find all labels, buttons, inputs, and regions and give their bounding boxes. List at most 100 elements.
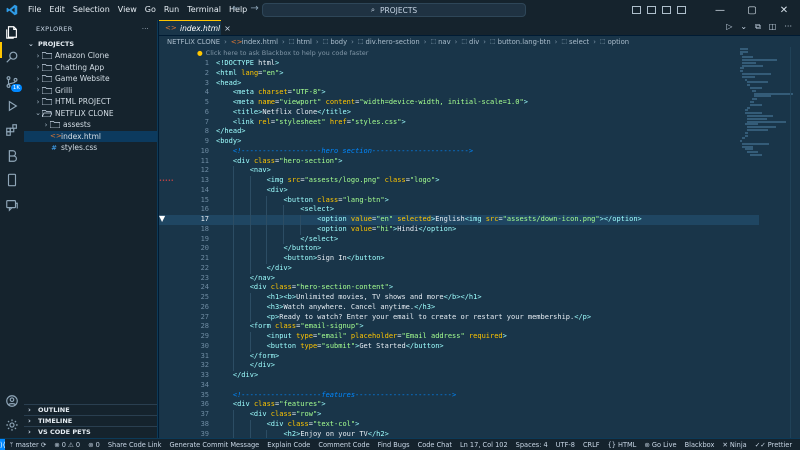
tree-file-index-html[interactable]: <> index.html xyxy=(24,130,157,142)
code-line[interactable]: 9 <body> xyxy=(159,137,759,147)
search-view-icon[interactable] xyxy=(4,49,20,65)
menu-edit[interactable]: Edit xyxy=(45,0,69,20)
code-line[interactable]: 23 </nav> xyxy=(159,273,759,284)
tree-folder-amazon-clone[interactable]: › Amazon Clone xyxy=(24,50,157,62)
code-line[interactable]: 19 </select> xyxy=(159,234,759,245)
code-line[interactable]: 11 <div class="hero-section"> xyxy=(159,157,759,167)
settings-gear-icon[interactable] xyxy=(4,417,20,433)
code-line[interactable]: 16 <select> xyxy=(159,205,759,215)
breadcrumb-item[interactable]: option xyxy=(608,38,630,46)
tree-folder-html-project[interactable]: › HTML PROJECT xyxy=(24,96,157,108)
cursor-position[interactable]: Ln 17, Col 102 xyxy=(456,441,512,449)
code-line[interactable]: 29 <input type="email" placeholder="Emai… xyxy=(159,332,759,342)
chat-icon[interactable] xyxy=(4,197,20,213)
prettier-button[interactable]: ✓✓ Prettier xyxy=(751,441,796,449)
breadcrumb-item[interactable]: select xyxy=(569,38,589,46)
comment-code-button[interactable]: Comment Code xyxy=(314,441,373,449)
remote-device-icon[interactable] xyxy=(4,172,20,188)
breadcrumb-item[interactable]: body xyxy=(330,38,347,46)
breadcrumb-item[interactable]: html xyxy=(296,38,311,46)
accounts-icon[interactable] xyxy=(4,393,20,409)
tree-folder-chatting-app[interactable]: › Chatting App xyxy=(24,62,157,74)
minimize-button[interactable]: — xyxy=(704,5,736,16)
back-arrow-icon[interactable]: ← xyxy=(232,3,240,14)
code-line[interactable]: 31 </form> xyxy=(159,351,759,362)
indentation[interactable]: Spaces: 4 xyxy=(512,441,552,449)
code-line[interactable]: 6 <title>Netflix Clone</title> xyxy=(159,108,759,118)
share-code-link-button[interactable]: Share Code Link xyxy=(104,441,166,449)
code-line[interactable]: 1 <!DOCTYPE html> xyxy=(159,59,759,69)
code-line[interactable]: 2 <html lang="en"> xyxy=(159,69,759,79)
code-line[interactable]: 7 <link rel="stylesheet" href="styles.cs… xyxy=(159,118,759,128)
more-actions-icon[interactable]: ··· xyxy=(784,22,792,32)
end-of-line[interactable]: CRLF xyxy=(579,441,604,449)
projects-section-header[interactable]: ⌄ PROJECTS xyxy=(24,38,157,50)
code-line[interactable]: 5 <meta name="viewport" content="width=d… xyxy=(159,98,759,108)
code-line[interactable]: 26 <h3>Watch anywhere. Cancel anytime.</… xyxy=(159,302,759,313)
extensions-icon[interactable] xyxy=(4,122,20,138)
explain-code-button[interactable]: Explain Code xyxy=(263,441,314,449)
explorer-icon[interactable] xyxy=(4,24,20,40)
code-line[interactable]: 15 <button class="lang-btn"> xyxy=(159,195,759,206)
menu-go[interactable]: Go xyxy=(141,0,160,20)
code-line[interactable]: 39 <h2>Enjoy on your TV</h2> xyxy=(159,429,759,438)
language-mode[interactable]: {} HTML xyxy=(604,441,641,449)
code-editor[interactable]: ● Click here to ask Blackbox to help you… xyxy=(159,47,800,438)
customize-layout-icon[interactable] xyxy=(677,6,686,14)
code-line[interactable]: 30 <button type="submit">Get Started</bu… xyxy=(159,341,759,352)
tab-index-html[interactable]: <> index.html × xyxy=(159,20,231,35)
encoding[interactable]: UTF-8 xyxy=(552,441,579,449)
run-menu-chevron-icon[interactable]: ⌄ xyxy=(740,22,747,32)
fold-arrow-icon[interactable]: ▼ xyxy=(159,214,165,223)
code-line[interactable]: 22 </div> xyxy=(159,263,759,274)
ports-indicator[interactable]: ⊚ 0 xyxy=(84,441,104,449)
more-actions-icon[interactable]: ··· xyxy=(142,25,149,33)
maximize-button[interactable]: ▢ xyxy=(736,5,768,16)
code-line[interactable]: 12 <nav> xyxy=(159,166,759,176)
breadcrumb-item[interactable]: NETFLIX CLONE xyxy=(167,38,220,46)
breadcrumb-item[interactable]: div xyxy=(469,38,479,46)
tree-file-styles-css[interactable]: # styles.css xyxy=(24,142,157,154)
code-line[interactable]: 3 <head> xyxy=(159,79,759,89)
breadcrumb-item[interactable]: index.html xyxy=(242,38,278,46)
menu-file[interactable]: File xyxy=(24,0,45,20)
code-line[interactable]: 28 <form class="email-signup"> xyxy=(159,322,759,332)
toggle-secondary-sidebar-icon[interactable] xyxy=(662,6,671,14)
code-line[interactable]: 24 <div class="hero-section-content"> xyxy=(159,283,759,293)
find-bugs-button[interactable]: Find Bugs xyxy=(374,441,414,449)
code-line[interactable]: 13 <img src="assests/logo.png" class="lo… xyxy=(159,176,759,186)
breadcrumb-item[interactable]: button.lang-btn xyxy=(498,38,551,46)
menu-selection[interactable]: Selection xyxy=(69,0,114,20)
blackbox-hint[interactable]: ● Click here to ask Blackbox to help you… xyxy=(197,48,368,57)
vscode-pets-section-header[interactable]: › VS CODE PETS xyxy=(24,426,157,437)
timeline-section-header[interactable]: › TIMELINE xyxy=(24,415,157,426)
breadcrumb-item[interactable]: div.hero-section xyxy=(366,38,420,46)
minimap[interactable] xyxy=(740,47,793,187)
code-line[interactable]: 38 <div class="text-col"> xyxy=(159,419,759,430)
breadcrumb-item[interactable]: nav xyxy=(438,38,451,46)
menu-terminal[interactable]: Terminal xyxy=(183,0,225,20)
menu-view[interactable]: View xyxy=(114,0,141,20)
source-control-icon[interactable]: 1K xyxy=(4,74,22,92)
code-line[interactable]: 33 </div> xyxy=(159,371,759,381)
close-window-button[interactable]: ✕ xyxy=(768,5,800,16)
code-line[interactable]: 4 <meta charset="UTF-8"> xyxy=(159,88,759,98)
split-editor-icon[interactable]: ◫ xyxy=(769,22,777,32)
branch-indicator[interactable]: ᛘ master ⟳ xyxy=(5,441,50,449)
outline-section-header[interactable]: › OUTLINE xyxy=(24,404,157,415)
code-line[interactable]: 32 </div> xyxy=(159,361,759,371)
code-line[interactable]: 35 <!-------------------features--------… xyxy=(159,391,759,401)
generate-commit-message-button[interactable]: Generate Commit Message xyxy=(165,441,263,449)
ninja-button[interactable]: ✕ Ninja xyxy=(718,441,750,449)
code-line[interactable]: 36 <div class="features"> xyxy=(159,400,759,410)
command-center-search[interactable]: ⌕ PROJECTS xyxy=(262,3,526,17)
code-line[interactable]: 34 xyxy=(159,381,759,391)
run-debug-icon[interactable] xyxy=(4,98,20,114)
go-live-button[interactable]: ⊚ Go Live xyxy=(640,441,680,449)
code-line[interactable]: 27 <p>Ready to watch? Enter your email t… xyxy=(159,312,759,323)
notifications-bell-icon[interactable]: 🔔︎ xyxy=(796,441,800,449)
forward-arrow-icon[interactable]: → xyxy=(250,3,258,14)
compare-icon[interactable]: ⧉ xyxy=(755,22,761,32)
code-line[interactable]: 10 <!-------------------hero section----… xyxy=(159,147,759,157)
menu-run[interactable]: Run xyxy=(160,0,183,20)
